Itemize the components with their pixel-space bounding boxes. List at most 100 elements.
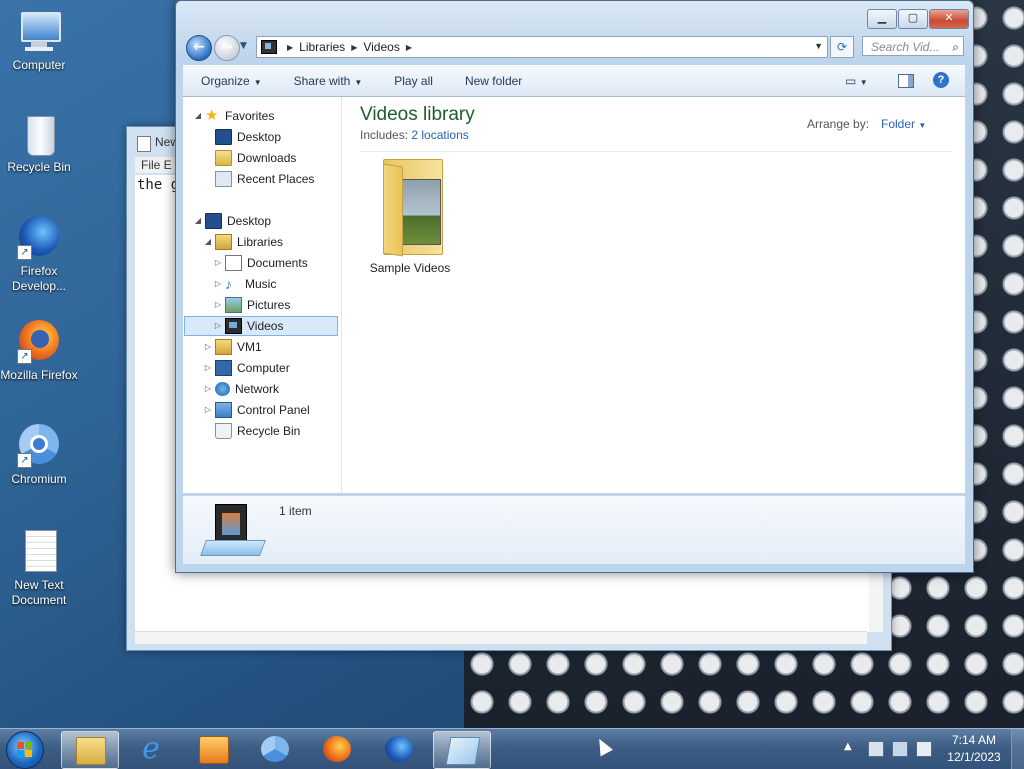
close-button[interactable]: ✕ xyxy=(929,9,969,29)
minimize-button[interactable]: ▁ xyxy=(867,9,897,29)
nav-libraries[interactable]: ◢ Libraries xyxy=(203,232,283,252)
nav-network[interactable]: ▷ Network xyxy=(203,379,279,399)
breadcrumb-libraries[interactable]: Libraries xyxy=(299,40,345,54)
taskbar-explorer[interactable] xyxy=(61,731,119,769)
back-button[interactable]: ← xyxy=(186,35,212,61)
nav-label: Music xyxy=(245,277,277,291)
desktop-icon-computer[interactable]: Computer xyxy=(0,10,78,73)
nav-music[interactable]: ▷ ♪ Music xyxy=(213,274,276,294)
expanded-triangle-icon[interactable]: ◢ xyxy=(193,106,203,126)
change-view-button[interactable]: ▭ ▼ xyxy=(845,74,868,88)
share-with-button[interactable]: Share with ▼ xyxy=(278,74,379,88)
item-count: 1 item xyxy=(279,504,312,518)
nav-label: Desktop xyxy=(237,130,282,144)
collapsed-triangle-icon[interactable]: ▷ xyxy=(203,337,213,357)
recycle-bin-icon xyxy=(17,112,61,156)
clock-time[interactable]: 7:14 AM xyxy=(944,733,1004,747)
nav-favorites[interactable]: ◢ ★ Favorites xyxy=(193,106,274,126)
chevron-right-icon[interactable]: ▶ xyxy=(351,43,357,52)
search-icon[interactable]: ⌕ xyxy=(952,37,959,57)
chevron-right-icon[interactable]: ▶ xyxy=(287,43,293,52)
nav-vm1[interactable]: ▷ VM1 xyxy=(203,337,262,357)
preview-pane-button[interactable] xyxy=(898,74,914,88)
taskbar-media-player[interactable] xyxy=(185,731,241,767)
recent-pages-button[interactable]: ▼ xyxy=(240,41,247,51)
help-button[interactable]: ? xyxy=(933,72,949,88)
arrange-by-dropdown[interactable]: Folder ▼ xyxy=(881,117,926,131)
breadcrumb-videos[interactable]: Videos xyxy=(363,40,399,54)
nav-label: Recent Places xyxy=(237,172,315,186)
videos-library-icon xyxy=(200,502,266,556)
nav-documents[interactable]: ▷ Documents xyxy=(213,253,308,273)
address-bar[interactable]: ▶ Libraries ▶ Videos ▶ ▼ xyxy=(256,36,828,58)
collapsed-triangle-icon[interactable]: ▷ xyxy=(213,295,223,315)
nav-control-panel[interactable]: ▷ Control Panel xyxy=(203,400,310,420)
forward-button[interactable]: → xyxy=(214,35,240,61)
folder-sample-videos[interactable]: Sample Videos xyxy=(364,159,456,275)
nav-videos[interactable]: ▷ Videos xyxy=(184,316,338,336)
explorer-window[interactable]: ▁ ▢ ✕ ← → ▼ ▶ Libraries ▶ Videos ▶ ▼ ⟳ S… xyxy=(175,0,974,573)
show-hidden-icons-button[interactable]: ▲ xyxy=(844,741,852,752)
navigation-pane[interactable]: ◢ ★ Favorites Desktop Downloads Recent P… xyxy=(183,97,342,493)
folder-label: Sample Videos xyxy=(369,261,451,275)
volume-muted-icon[interactable] xyxy=(916,741,932,757)
videos-icon xyxy=(261,40,277,54)
arrow-left-icon: ← xyxy=(193,39,205,55)
start-button[interactable] xyxy=(6,731,44,769)
library-locations-link[interactable]: 2 locations xyxy=(411,128,468,142)
nav-pictures[interactable]: ▷ Pictures xyxy=(213,295,290,315)
collapsed-triangle-icon[interactable]: ▷ xyxy=(213,274,223,294)
taskbar-chromium[interactable] xyxy=(247,731,303,767)
desktop-icon-firefox-developer[interactable]: ↗ Firefox Develop... xyxy=(0,216,78,294)
desktop-icon-firefox[interactable]: ↗ Mozilla Firefox xyxy=(0,320,78,383)
refresh-button[interactable]: ⟳ xyxy=(830,36,854,58)
play-all-button[interactable]: Play all xyxy=(378,74,449,88)
arrange-by-value: Folder xyxy=(881,117,916,131)
desktop-icon-new-text-document[interactable]: New Text Document xyxy=(0,530,78,608)
network-status-icon[interactable] xyxy=(892,741,908,757)
collapsed-triangle-icon[interactable]: ▷ xyxy=(213,253,223,273)
nav-desktop[interactable]: Desktop xyxy=(203,127,281,147)
nav-label: VM1 xyxy=(237,340,262,354)
collapsed-triangle-icon[interactable]: ▷ xyxy=(213,316,223,336)
collapsed-triangle-icon[interactable]: ▷ xyxy=(203,400,213,420)
taskbar-internet-explorer[interactable]: e xyxy=(123,731,179,767)
notepad-horizontal-scrollbar[interactable] xyxy=(135,631,867,644)
file-list[interactable]: Videos library Includes: 2 locations Arr… xyxy=(342,97,965,493)
control-panel-icon xyxy=(215,402,232,418)
nav-downloads[interactable]: Downloads xyxy=(203,148,296,168)
address-dropdown-icon[interactable]: ▼ xyxy=(814,41,823,51)
organize-button[interactable]: Organize ▼ xyxy=(183,74,278,88)
libraries-icon xyxy=(215,234,232,250)
arrow-right-icon: → xyxy=(221,39,233,55)
help-icon: ? xyxy=(937,74,945,86)
taskbar-notepad[interactable] xyxy=(433,731,491,769)
expanded-triangle-icon[interactable]: ◢ xyxy=(203,232,213,252)
chevron-right-icon[interactable]: ▶ xyxy=(406,43,412,52)
notepad-icon xyxy=(445,737,481,765)
desktop-icon-recycle-bin[interactable]: Recycle Bin xyxy=(0,112,78,175)
expanded-triangle-icon[interactable]: ◢ xyxy=(193,211,203,231)
search-input[interactable]: Search Vid... ⌕ xyxy=(862,36,964,56)
maximize-button[interactable]: ▢ xyxy=(898,9,928,29)
nav-desktop-root[interactable]: ◢ Desktop xyxy=(193,211,271,231)
command-bar: Organize ▼ Share with ▼ Play all New folde… xyxy=(183,65,965,97)
new-folder-button[interactable]: New folder xyxy=(449,74,538,88)
nav-label: Favorites xyxy=(225,109,275,123)
clock-date[interactable]: 12/1/2023 xyxy=(944,750,1004,764)
nav-computer[interactable]: ▷ Computer xyxy=(203,358,290,378)
desktop-icon-chromium[interactable]: ↗ Chromium xyxy=(0,424,78,487)
nav-label: Network xyxy=(235,382,280,396)
nav-recycle-bin[interactable]: Recycle Bin xyxy=(203,421,300,441)
nav-label: Recycle Bin xyxy=(237,424,301,438)
includes-label: Includes: xyxy=(360,128,409,142)
firefox-developer-icon: ↗ xyxy=(17,216,61,260)
taskbar-firefox[interactable] xyxy=(309,731,365,767)
nav-recent-places[interactable]: Recent Places xyxy=(203,169,314,189)
show-desktop-button[interactable] xyxy=(1011,729,1024,769)
collapsed-triangle-icon[interactable]: ▷ xyxy=(203,358,213,378)
taskbar-firefox-developer[interactable] xyxy=(371,731,427,767)
chromium-icon: ↗ xyxy=(17,424,61,468)
collapsed-triangle-icon[interactable]: ▷ xyxy=(203,379,213,399)
action-center-icon[interactable] xyxy=(868,741,884,757)
